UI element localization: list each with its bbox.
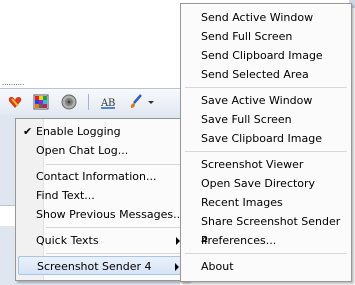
menu-item-label: Send Active Window [201, 11, 314, 24]
menu-item-send-active-window[interactable]: Send Active Window [183, 8, 349, 27]
menu-item-open-save-directory[interactable]: Open Save Directory [183, 174, 349, 193]
menu-item-label: Send Full Screen [201, 30, 293, 43]
menu-item-label: Find Text... [36, 189, 95, 202]
menu-item-label: About [201, 260, 234, 273]
menu-item-label: Open Chat Log... [36, 144, 129, 157]
menu-item-save-full-screen[interactable]: Save Full Screen [183, 110, 349, 129]
menu-item-preferences[interactable]: Preferences... [183, 231, 349, 250]
menu-item-label: Send Clipboard Image [201, 49, 323, 62]
menu-separator [185, 253, 347, 254]
heart-icon[interactable] [7, 94, 23, 110]
menu-separator [46, 253, 186, 254]
menu-separator [185, 151, 347, 152]
menu-item-contact-information[interactable]: Contact Information... [18, 167, 186, 186]
menu-item-screenshot-sender-4[interactable]: Screenshot Sender 4 [18, 256, 186, 275]
menu-item-share-screenshot-sender[interactable]: Share Screenshot Sender 4 [183, 212, 349, 247]
brush-icon[interactable] [128, 94, 144, 110]
menu-item-save-clipboard-image[interactable]: Save Clipboard Image [183, 129, 349, 148]
menu-item-label: Save Full Screen [201, 113, 292, 126]
menu-item-enable-logging[interactable]: ✔ Enable Logging [18, 122, 186, 141]
menu-item-label: Send Selected Area [201, 68, 309, 81]
speaker-icon[interactable] [61, 94, 77, 110]
menu-item-open-chat-log[interactable]: Open Chat Log... [18, 141, 186, 160]
screenshot-sender-submenu: Send Active Window Send Full Screen Send… [180, 3, 352, 282]
checkmark-icon: ✔ [23, 125, 33, 138]
menu-item-label: Screenshot Viewer [201, 158, 304, 171]
menu-item-find-text[interactable]: Find Text... [18, 186, 186, 205]
menu-item-label: Recent Images [201, 196, 283, 209]
toolbar-separator [88, 94, 89, 110]
color-grid-icon[interactable] [33, 94, 49, 110]
menu-item-quick-texts[interactable]: Quick Texts [18, 231, 186, 250]
menu-separator [185, 87, 347, 88]
menu-item-label: Open Save Directory [201, 177, 316, 190]
menu-item-label: Quick Texts [36, 234, 99, 247]
chevron-down-icon[interactable] [148, 101, 154, 104]
menu-item-save-active-window[interactable]: Save Active Window [183, 91, 349, 110]
chat-context-menu: ✔ Enable Logging Open Chat Log... Contac… [15, 118, 189, 281]
menu-item-send-clipboard-image[interactable]: Send Clipboard Image [183, 46, 349, 65]
menu-item-label: Screenshot Sender 4 [37, 260, 152, 273]
menu-item-send-full-screen[interactable]: Send Full Screen [183, 27, 349, 46]
spellcheck-icon[interactable]: A B [100, 94, 116, 110]
menu-item-label: Save Clipboard Image [201, 132, 322, 145]
menu-item-label: Save Active Window [201, 94, 313, 107]
menu-item-label: Contact Information... [36, 170, 157, 183]
dot-divider: .......... [2, 79, 25, 87]
menu-item-label: Preferences... [201, 234, 277, 247]
submenu-arrow-icon [175, 263, 179, 271]
menu-item-send-selected-area[interactable]: Send Selected Area [183, 65, 349, 84]
menu-item-screenshot-viewer[interactable]: Screenshot Viewer [183, 155, 349, 174]
menu-separator [46, 227, 186, 228]
chat-toolbar: A B [0, 88, 180, 116]
menu-item-label: Show Previous Messages... [36, 208, 184, 221]
menu-separator [46, 164, 186, 165]
menu-item-about[interactable]: About [183, 257, 349, 276]
menu-item-label: Enable Logging [36, 125, 121, 138]
menu-item-show-previous-messages[interactable]: Show Previous Messages... [18, 205, 186, 224]
menu-item-recent-images[interactable]: Recent Images [183, 193, 349, 212]
